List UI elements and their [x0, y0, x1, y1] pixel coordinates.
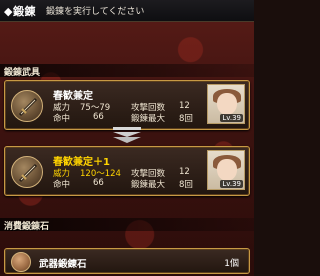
page-title: ◆鍛錬 [4, 4, 36, 18]
attacks-value: 12 [179, 167, 190, 177]
forging-stone-icon [11, 252, 31, 272]
accuracy-label: 命中 [53, 180, 71, 190]
section-title-material: 消費鍛錬石 [4, 222, 50, 232]
page-instruction: 鍛錬を実行してください [45, 7, 145, 17]
accuracy-label: 命中 [53, 114, 71, 124]
accuracy-value: 66 [93, 178, 104, 188]
max-value: 8回 [179, 114, 193, 124]
weapon-name: 春歓兼定 [53, 91, 93, 102]
avatar-level: Lv.39 [220, 180, 243, 188]
header-bar: ◆鍛錬 鍛錬を実行してください [0, 0, 254, 22]
material-count: 1個 [224, 259, 239, 269]
section-title-weapon: 鍛錬武具 [4, 68, 41, 78]
max-value: 8回 [179, 180, 193, 190]
avatar-level: Lv.39 [220, 114, 243, 122]
weapon-card-before[interactable]: 春歓兼定 威力 75～79 攻撃回数 12 命中 66 鍛錬最大 8回 Lv.3… [4, 80, 250, 130]
accuracy-value: 66 [93, 112, 104, 122]
material-name: 武器鍛錬石 [39, 259, 87, 270]
weapon-card-after[interactable]: 春歓兼定＋1 威力 120～124 攻撃回数 12 命中 66 鍛錬最大 8回 … [4, 146, 250, 196]
sword-icon [11, 156, 43, 188]
attacks-value: 12 [179, 101, 190, 111]
material-row[interactable]: 武器鍛錬石 1個 [4, 248, 250, 274]
weapon-name-upgraded: 春歓兼定＋1 [53, 157, 110, 168]
max-label: 鍛錬最大 [131, 180, 166, 190]
avatar: Lv.39 [207, 150, 245, 190]
max-label: 鍛錬最大 [131, 114, 166, 124]
avatar: Lv.39 [207, 84, 245, 124]
down-arrows-icon [111, 126, 143, 144]
sword-icon [11, 90, 43, 122]
